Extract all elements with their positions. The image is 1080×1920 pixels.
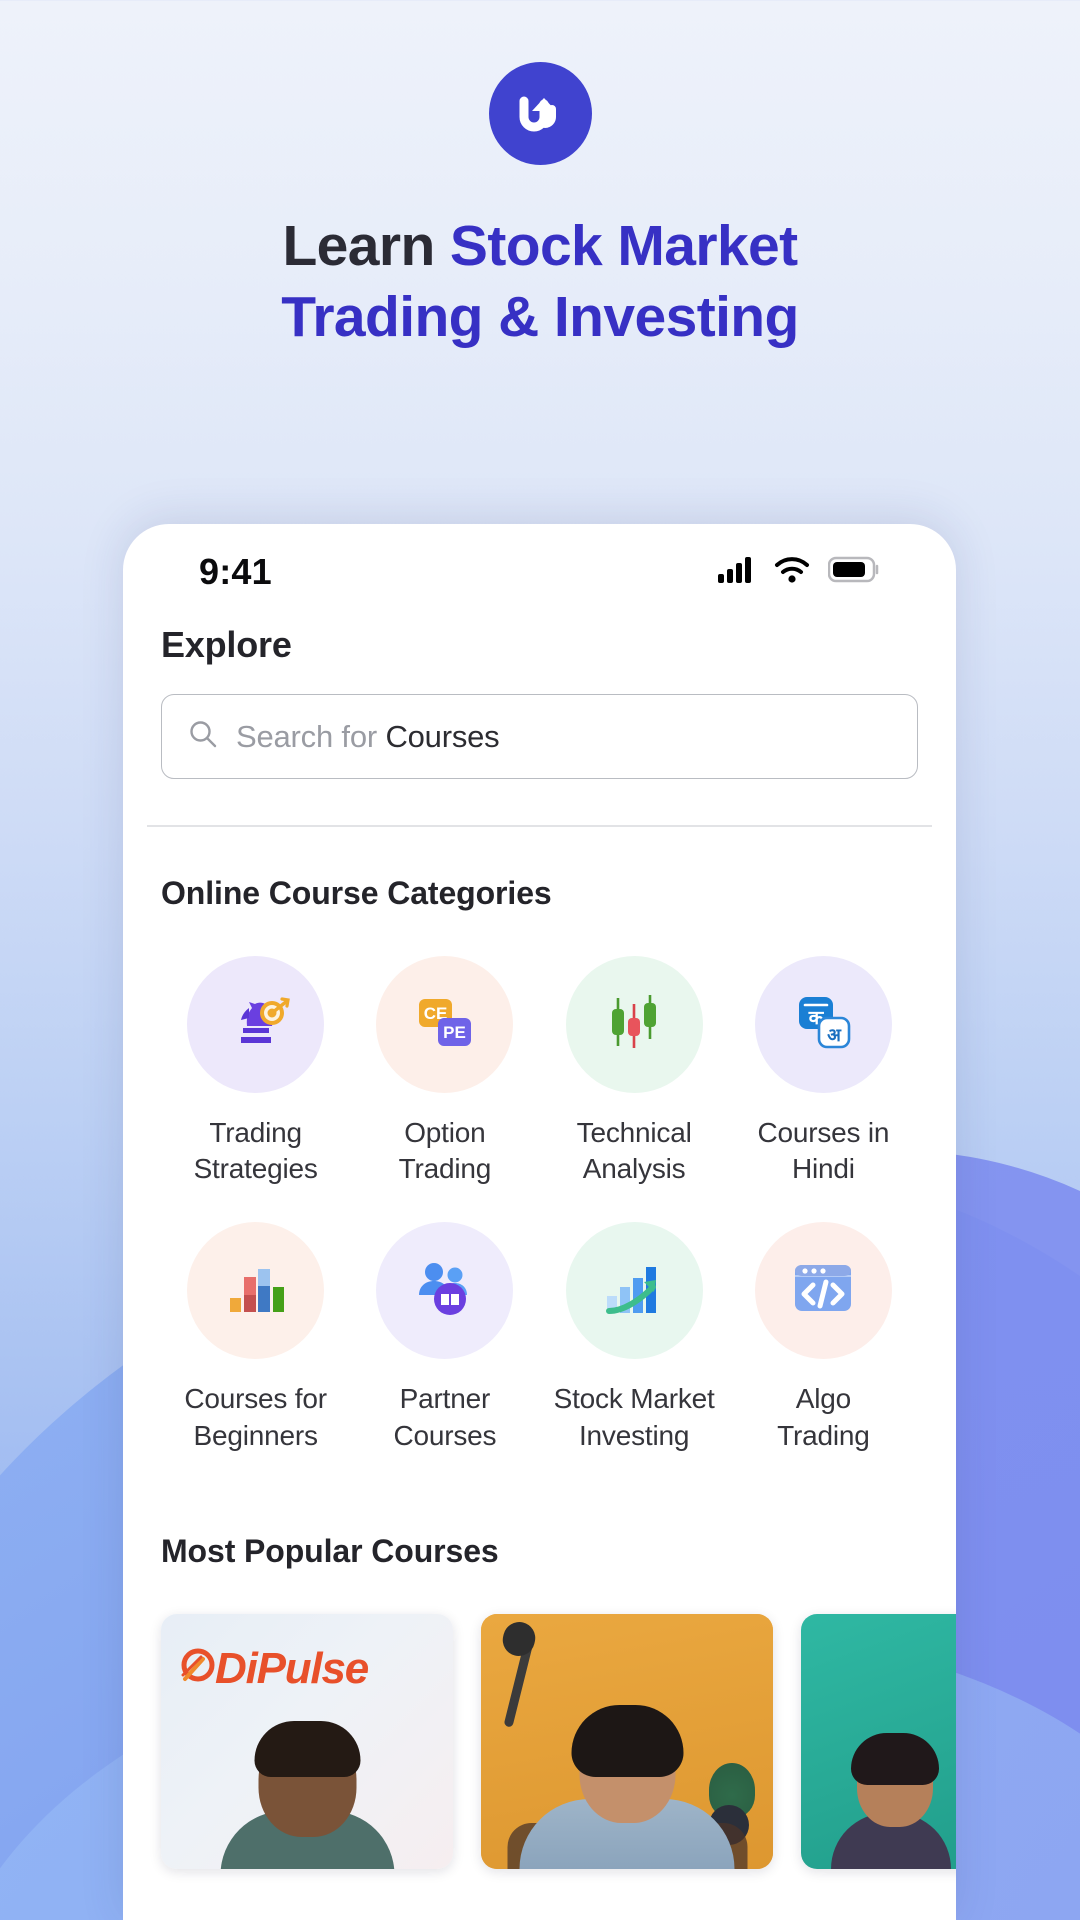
course-thumbnail-person	[831, 1729, 951, 1870]
cellular-signal-icon	[718, 556, 756, 588]
page-title: Explore	[161, 624, 292, 665]
hindi-translate-icon: क अ	[786, 985, 860, 1064]
category-label-line1: Option	[404, 1116, 486, 1148]
category-bubble	[187, 1222, 325, 1360]
course-thumbnail-brand: DiPulse	[181, 1644, 441, 1694]
up-arrow-logo-icon	[511, 85, 569, 143]
headline-accent-1: Stock Market	[449, 214, 798, 278]
course-card[interactable]	[801, 1614, 956, 1870]
category-label: Courses in Hindi	[757, 1115, 889, 1189]
search-icon	[188, 719, 218, 754]
pe-label: PE	[443, 1023, 466, 1042]
category-label: Courses for Beginners	[184, 1381, 327, 1455]
search-input[interactable]: Search for Courses	[161, 694, 918, 779]
section-divider	[147, 825, 932, 827]
category-item-courses-in-hindi[interactable]: क अ Courses in Hindi	[729, 955, 918, 1189]
category-item-partner-courses[interactable]: Partner Courses	[350, 1222, 539, 1455]
category-label: Partner Courses	[393, 1381, 496, 1455]
category-bubble	[187, 955, 325, 1093]
category-item-courses-for-beginners[interactable]: Courses for Beginners	[161, 1222, 350, 1455]
candlestick-chart-icon	[597, 985, 671, 1064]
category-label-line1: Partner	[399, 1383, 491, 1415]
category-label-line2: Strategies	[193, 1153, 318, 1185]
category-label-line2: Investing	[578, 1420, 690, 1452]
search-prefix: Search for	[236, 718, 386, 754]
category-label-line1: Courses in	[757, 1116, 890, 1148]
category-label: Stock Market Investing	[554, 1381, 715, 1455]
category-bubble	[376, 1222, 514, 1360]
bar-chart-icon	[219, 1251, 293, 1330]
category-item-trading-strategies[interactable]: Trading Strategies	[161, 955, 350, 1189]
dipulse-logo-icon	[181, 1647, 215, 1692]
headline-accent-2: Trading & Investing	[281, 284, 799, 349]
category-label-line2: Analysis	[582, 1153, 686, 1185]
category-item-option-trading[interactable]: CE PE Option Trading	[350, 955, 539, 1189]
category-label-line2: Hindi	[791, 1153, 855, 1185]
search-keyword: Courses	[385, 718, 500, 754]
app-screen: Explore Search for Courses Online Course…	[123, 620, 956, 1870]
status-indicators	[718, 556, 880, 588]
category-grid: Trading Strategies CE PE Option Trading …	[161, 955, 918, 1456]
status-bar: 9:41	[123, 524, 956, 620]
category-label: Algo Trading	[777, 1381, 870, 1455]
category-label-line2: Trading	[398, 1153, 492, 1185]
phone-mockup: 9:41 Explore Search for Courses Online C…	[123, 524, 956, 1920]
category-label-line2: Trading	[777, 1420, 870, 1452]
headline-plain: Learn	[282, 214, 450, 278]
battery-full-icon	[827, 556, 880, 588]
category-item-algo-trading[interactable]: Algo Trading	[729, 1222, 918, 1455]
categories-heading: Online Course Categories	[161, 874, 552, 911]
category-label: Option Trading	[399, 1115, 492, 1189]
category-label-line1: Technical	[576, 1116, 692, 1148]
category-bubble	[565, 1222, 703, 1360]
course-thumbnail-person	[507, 1705, 748, 1870]
category-label-line2: Beginners	[193, 1420, 318, 1452]
hero-section: Learn Stock Market Trading & Investing	[0, 0, 1080, 353]
app-logo	[488, 62, 592, 165]
course-card[interactable]	[481, 1614, 773, 1870]
partner-book-icon	[408, 1251, 482, 1330]
hindi-glyph-a: अ	[827, 1025, 842, 1045]
category-bubble: क अ	[754, 955, 892, 1093]
course-brand-name: DiPulse	[215, 1644, 369, 1694]
category-bubble	[754, 1222, 892, 1360]
page-headline: Learn Stock Market Trading & Investing	[0, 211, 1080, 353]
category-label: Trading Strategies	[194, 1115, 318, 1189]
category-label: Technical Analysis	[577, 1115, 692, 1189]
status-time: 9:41	[199, 551, 272, 592]
growth-chart-arrow-icon	[597, 1251, 671, 1330]
category-label-line1: Courses for	[184, 1383, 327, 1415]
search-placeholder: Search for Courses	[236, 718, 500, 755]
chess-knight-target-icon	[219, 985, 293, 1064]
course-card[interactable]: DiPulse	[161, 1614, 453, 1870]
category-item-stock-market-investing[interactable]: Stock Market Investing	[540, 1222, 729, 1455]
category-bubble: CE PE	[376, 955, 514, 1093]
category-label-line2: Courses	[393, 1420, 497, 1452]
category-label-line1: Trading	[209, 1116, 302, 1148]
course-thumbnail-person	[215, 1721, 400, 1870]
category-bubble	[565, 955, 703, 1093]
wifi-icon	[774, 556, 810, 588]
category-item-technical-analysis[interactable]: Technical Analysis	[540, 955, 729, 1189]
code-window-icon	[786, 1251, 860, 1330]
category-label-line1: Algo	[795, 1383, 851, 1415]
popular-courses-carousel[interactable]: DiPulse	[161, 1614, 956, 1870]
ce-pe-option-icon: CE PE	[408, 985, 482, 1064]
category-label-line1: Stock Market	[553, 1383, 715, 1415]
popular-courses-heading: Most Popular Courses	[161, 1533, 499, 1570]
